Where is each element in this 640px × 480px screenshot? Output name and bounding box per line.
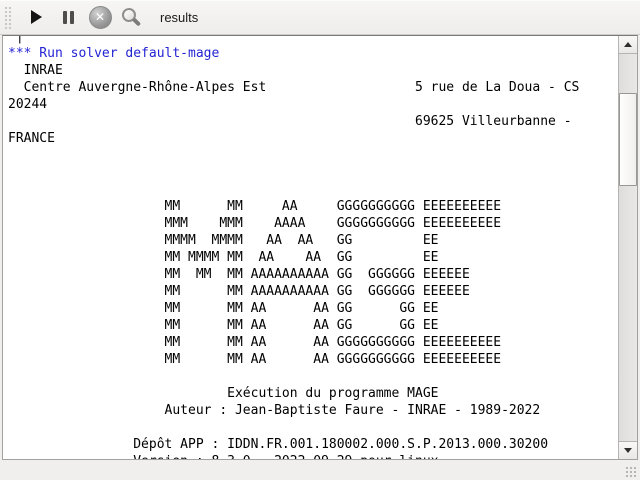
console-text-viewport: |*** Run solver default-mage INRAE Centr…	[3, 36, 618, 459]
vertical-scrollbar[interactable]	[618, 36, 637, 459]
toolbar-drag-handle[interactable]	[3, 5, 12, 29]
search-button[interactable]	[117, 3, 143, 31]
bottom-strip	[0, 460, 640, 480]
scroll-down-button[interactable]	[619, 441, 637, 459]
arrow-up-icon	[624, 42, 632, 47]
play-icon	[31, 10, 42, 24]
previous-line-fragment: |	[8, 36, 618, 45]
scrollbar-thumb[interactable]	[619, 93, 637, 186]
resize-grip[interactable]	[624, 465, 637, 478]
search-icon	[119, 6, 141, 28]
pause-icon	[63, 11, 74, 24]
console-output-area[interactable]: |*** Run solver default-mage INRAE Centr…	[2, 35, 638, 460]
solver-banner-text: INRAE Centre Auvergne-Rhône-Alpes Est 5 …	[8, 62, 618, 459]
stop-icon: ✕	[89, 6, 112, 29]
run-solver-line: *** Run solver default-mage	[8, 45, 618, 62]
run-button[interactable]	[23, 3, 49, 31]
arrow-down-icon	[624, 448, 632, 453]
scrollbar-track[interactable]	[619, 54, 637, 441]
toolbar: ✕ results	[0, 0, 640, 35]
pause-button[interactable]	[55, 3, 81, 31]
stop-button[interactable]: ✕	[87, 3, 113, 31]
scroll-up-button[interactable]	[619, 36, 637, 54]
results-tab-label: results	[160, 10, 198, 25]
console-text: |*** Run solver default-mage INRAE Centr…	[3, 36, 618, 459]
